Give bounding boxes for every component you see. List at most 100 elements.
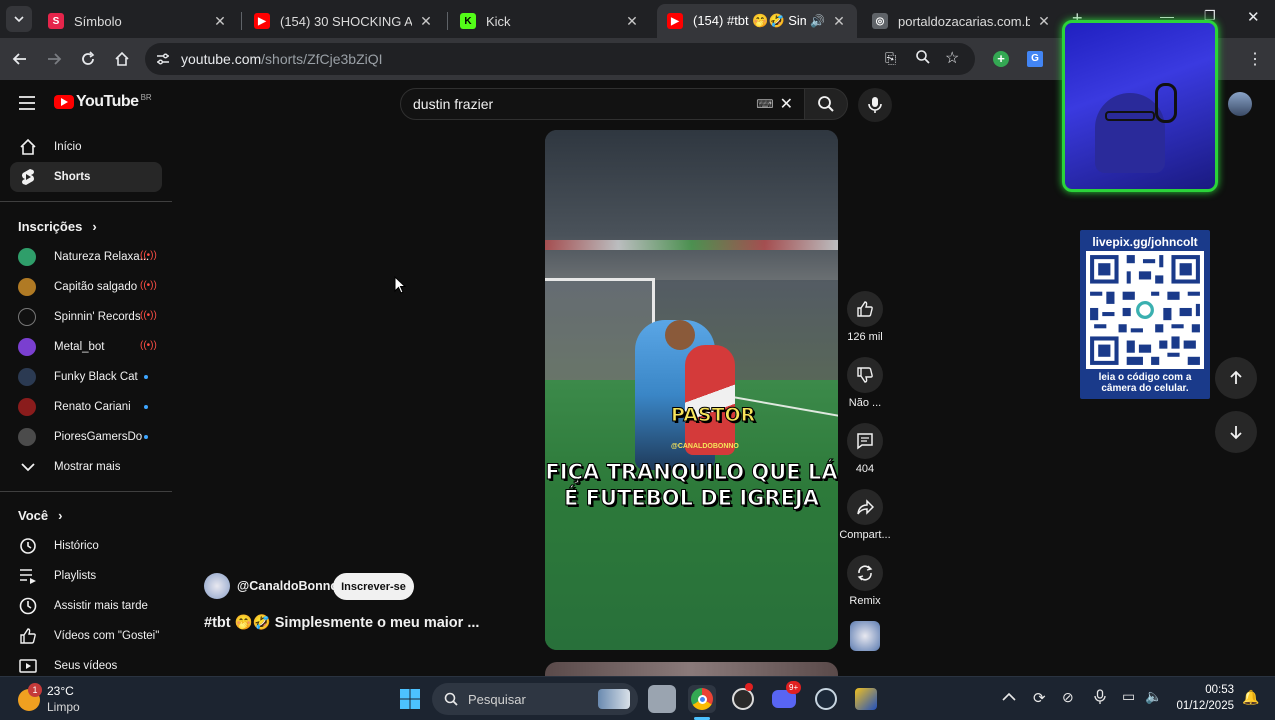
install-app-icon[interactable]: ⎘ xyxy=(885,50,896,67)
tab-search-button[interactable] xyxy=(6,6,32,32)
tab-kick[interactable]: K Kick ✕ xyxy=(450,4,650,38)
playlist-icon xyxy=(18,566,38,586)
subscriptions-header[interactable]: Inscrições › xyxy=(18,219,97,234)
network-off-icon[interactable]: ⊘ xyxy=(1062,689,1074,706)
extension-add-icon[interactable]: + xyxy=(989,47,1013,71)
task-view-icon[interactable] xyxy=(648,685,676,713)
chevron-right-icon: › xyxy=(58,508,63,523)
obs-icon[interactable] xyxy=(729,683,757,713)
tab-simbolo[interactable]: S Símbolo ✕ xyxy=(38,4,238,38)
discord-icon[interactable]: 9+ xyxy=(770,681,802,713)
search-button[interactable] xyxy=(804,88,848,120)
sidebar-item-liked[interactable]: Vídeos com "Gostei" xyxy=(10,621,162,651)
notifications-icon[interactable]: 🔔 xyxy=(1242,689,1259,706)
comment-icon xyxy=(857,433,873,450)
next-short-button[interactable] xyxy=(1215,411,1257,453)
kick-stream-icon[interactable] xyxy=(852,685,880,713)
zoom-icon[interactable] xyxy=(915,49,931,70)
short-video-player[interactable]: PASTOR @CANALDOBONNO FIÇA TRANQUILO QUE … xyxy=(545,130,838,650)
site-settings-icon[interactable] xyxy=(155,51,171,72)
weather-widget[interactable]: 1 23°C Limpo xyxy=(16,681,126,717)
close-tab-icon[interactable]: ✕ xyxy=(212,13,228,30)
sound-thumbnail[interactable] xyxy=(850,621,880,651)
sidebar-item-subscription[interactable]: Funky Black Cat xyxy=(10,362,162,392)
sidebar-item-subscription[interactable]: Renato Cariani xyxy=(10,392,162,422)
speaker-icon[interactable]: 🔈 xyxy=(1145,688,1162,705)
clock-date[interactable]: 01/12/2025 xyxy=(1170,700,1234,712)
subscribe-button[interactable]: Inscrever-se xyxy=(333,573,414,600)
live-icon: ((•)) xyxy=(140,340,157,351)
clear-search-icon[interactable]: ✕ xyxy=(780,94,793,114)
bookmark-star-icon[interactable]: ☆ xyxy=(945,48,959,68)
overlay-handle: @CANALDOBONNO xyxy=(671,443,739,450)
you-header[interactable]: Você › xyxy=(18,508,62,523)
keyboard-icon[interactable]: ⌨ xyxy=(756,97,773,111)
close-tab-icon[interactable]: ✕ xyxy=(831,13,847,30)
search-icon xyxy=(444,692,458,706)
tab-shocking[interactable]: ▶ (154) 30 SHOCKING Appalac ✕ xyxy=(244,4,444,38)
sidebar-item-historico[interactable]: Histórico xyxy=(10,531,162,561)
sidebar-item-subscription[interactable]: PioresGamersDo... xyxy=(10,422,162,452)
sync-icon[interactable]: ⟳ xyxy=(1033,689,1046,707)
chevron-right-icon: › xyxy=(92,219,97,234)
globe-favicon-icon: ◎ xyxy=(872,13,888,29)
youtube-logo[interactable]: YouTube BR xyxy=(54,93,152,111)
shorts-icon xyxy=(18,167,38,187)
search-highlight-icon xyxy=(598,689,630,709)
share-button[interactable] xyxy=(847,489,883,525)
clock-icon xyxy=(18,596,38,616)
sidebar-item-shorts[interactable]: Shorts xyxy=(10,162,162,192)
clock-time[interactable]: 00:53 xyxy=(1170,684,1234,696)
close-tab-icon[interactable]: ✕ xyxy=(418,13,434,30)
overlay-label-pastor: PASTOR xyxy=(670,404,756,427)
previous-short-button[interactable] xyxy=(1215,357,1257,399)
sidebar-item-playlists[interactable]: Playlists xyxy=(10,561,162,591)
new-content-dot xyxy=(144,405,148,409)
tab-portal[interactable]: ◎ portaldozacarias.com.br/site ✕ xyxy=(862,4,1062,38)
like-button[interactable] xyxy=(847,291,883,327)
forward-icon[interactable] xyxy=(42,47,66,71)
reload-icon[interactable] xyxy=(76,47,100,71)
sidebar-item-inicio[interactable]: Início xyxy=(10,132,162,162)
dislike-button[interactable] xyxy=(847,357,883,393)
search-input[interactable]: dustin frazier ⌨ ✕ xyxy=(400,88,806,120)
show-more-button[interactable]: Mostrar mais xyxy=(10,452,162,482)
home-icon[interactable] xyxy=(110,47,134,71)
channel-avatar xyxy=(18,428,36,446)
audio-playing-icon[interactable]: 🔊 xyxy=(810,14,825,28)
menu-kebab-icon[interactable]: ⋮ xyxy=(1243,47,1267,71)
sidebar-item-watch-later[interactable]: Assistir mais tarde xyxy=(10,591,162,621)
thumbs-down-icon xyxy=(857,367,873,383)
translate-icon[interactable]: G xyxy=(1023,47,1047,71)
avatar[interactable] xyxy=(1228,92,1252,116)
youtube-favicon-icon: ▶ xyxy=(254,13,270,29)
back-icon[interactable] xyxy=(8,47,32,71)
tab-current-short[interactable]: ▶ (154) #tbt 🤭🤣 Simples 🔊 ✕ xyxy=(657,4,857,38)
voice-search-button[interactable] xyxy=(858,88,892,122)
comments-button[interactable] xyxy=(847,423,883,459)
display-icon[interactable]: ▭ xyxy=(1122,688,1135,705)
hamburger-menu-icon[interactable] xyxy=(18,96,36,115)
new-content-dot xyxy=(144,375,148,379)
url-text: youtube.com/shorts/ZfCje3bZiQI xyxy=(181,51,383,67)
taskbar-search-input[interactable]: Pesquisar xyxy=(432,683,638,715)
your-videos-icon xyxy=(18,656,38,676)
next-short-preview[interactable] xyxy=(545,662,838,676)
close-tab-icon[interactable]: ✕ xyxy=(624,13,640,30)
livepix-qr-overlay: livepix.gg/johncolt leia o código com a … xyxy=(1080,230,1210,399)
microphone-icon[interactable] xyxy=(1094,689,1106,710)
address-bar[interactable]: youtube.com/shorts/ZfCje3bZiQI ⎘ ☆ xyxy=(145,43,975,75)
arrow-up-icon xyxy=(1230,370,1242,384)
channel-name[interactable]: @CanaldoBonno xyxy=(237,579,338,593)
windows-start-icon[interactable] xyxy=(396,685,424,713)
youtube-favicon-icon: ▶ xyxy=(667,13,683,29)
close-window-icon[interactable]: ✕ xyxy=(1247,8,1260,26)
remix-button[interactable] xyxy=(847,555,883,591)
chevron-up-icon[interactable] xyxy=(1002,689,1016,707)
channel-avatar[interactable] xyxy=(204,573,230,599)
close-tab-icon[interactable]: ✕ xyxy=(1036,13,1052,30)
chrome-icon[interactable] xyxy=(688,685,716,713)
steam-icon[interactable] xyxy=(812,685,840,713)
weather-badge: 1 xyxy=(28,683,42,697)
short-title[interactable]: #tbt 🤭🤣 Simplesmente o meu maior ... xyxy=(204,614,479,631)
